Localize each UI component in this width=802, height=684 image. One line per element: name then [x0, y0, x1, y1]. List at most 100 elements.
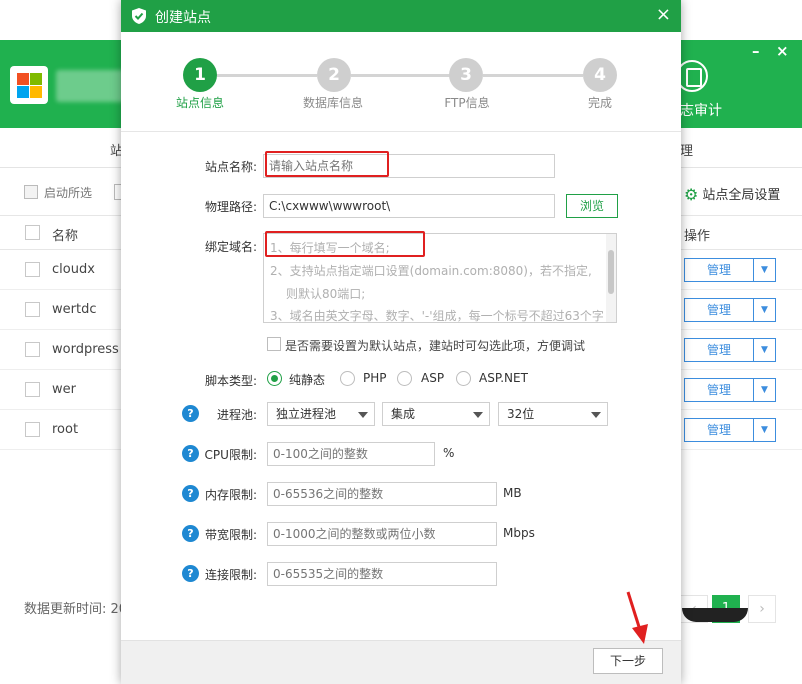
step-3-label: FTP信息 — [444, 96, 490, 110]
chevron-down-icon[interactable]: ▼ — [754, 418, 776, 442]
bandwidth-unit: Mbps — [503, 526, 535, 540]
chevron-down-icon — [591, 412, 601, 418]
domain-scrollbar[interactable] — [606, 234, 616, 322]
memory-unit: MB — [503, 486, 522, 500]
bitness-value: 32位 — [507, 407, 535, 421]
radio-php-label[interactable]: PHP — [363, 371, 387, 385]
site-name-label: 站点名称: — [204, 160, 257, 174]
row-checkbox[interactable] — [25, 302, 40, 317]
manage-label[interactable]: 管理 — [684, 258, 754, 282]
cpu-limit-label: CPU限制: — [204, 448, 257, 462]
shield-icon — [132, 8, 146, 24]
pipeline-mode-value: 集成 — [391, 407, 416, 421]
connection-limit-label: 连接限制: — [204, 568, 257, 582]
pagination-next-button[interactable]: › — [748, 595, 776, 623]
path-input[interactable]: C:\cxwww\wwwroot\ — [263, 194, 555, 218]
domain-hint-line: 2、支持站点指定端口设置(domain.com:8080)，若不指定, — [270, 264, 592, 278]
row-name: root — [52, 422, 79, 437]
row-checkbox[interactable] — [25, 422, 40, 437]
dialog-title: 创建站点 — [155, 10, 211, 26]
global-settings-label: 站点全局设置 — [702, 188, 781, 203]
manage-button[interactable]: 管理 ▼ — [684, 418, 776, 442]
domain-hint-line: 则默认80端口; — [286, 287, 366, 301]
radio-asp[interactable] — [397, 371, 412, 386]
domain-hint-line: 3、域名由英文字母、数字、'-'组成，每一个标号不超过63个字 — [270, 309, 604, 323]
default-site-checkbox[interactable] — [267, 337, 281, 351]
subtab-manage[interactable]: 理 — [680, 140, 693, 159]
step-1-circle: 1 — [183, 58, 217, 92]
domain-hint-line: 1、每行填写一个域名; — [270, 241, 390, 255]
audit-label[interactable]: 志审计 — [680, 100, 722, 120]
select-all-checkbox[interactable] — [25, 225, 40, 240]
chevron-down-icon[interactable]: ▼ — [754, 258, 776, 282]
create-site-dialog: 创建站点 × 1 2 3 4 站点信息 数据库信息 FTP信息 完成 站点名称:… — [121, 0, 681, 684]
step-3-circle: 3 — [449, 58, 483, 92]
pipeline-mode-select[interactable]: 集成 — [382, 402, 490, 426]
radio-static-label[interactable]: 纯静态 — [289, 371, 325, 388]
manage-label[interactable]: 管理 — [684, 338, 754, 362]
close-icon[interactable]: × — [776, 42, 789, 60]
bandwidth-limit-input[interactable] — [267, 522, 497, 546]
chevron-down-icon[interactable]: ▼ — [754, 338, 776, 362]
path-label: 物理路径: — [204, 200, 257, 214]
connection-limit-input[interactable] — [267, 562, 497, 586]
radio-asp-label[interactable]: ASP — [421, 371, 444, 385]
minimize-icon[interactable]: – — [752, 42, 760, 60]
row-name: cloudx — [52, 262, 95, 277]
window-shadow — [682, 608, 748, 622]
radio-aspnet[interactable] — [456, 371, 471, 386]
manage-button[interactable]: 管理 ▼ — [684, 378, 776, 402]
row-name: wordpress — [52, 342, 119, 357]
bandwidth-limit-label: 带宽限制: — [204, 528, 257, 542]
process-pool-select[interactable]: 独立进程池 — [267, 402, 375, 426]
chevron-down-icon — [473, 412, 483, 418]
col-action-header: 操作 — [684, 229, 711, 244]
gear-icon: ⚙ — [684, 185, 699, 204]
step-connector — [483, 74, 583, 77]
step-2-circle: 2 — [317, 58, 351, 92]
memory-limit-input[interactable] — [267, 482, 497, 506]
row-checkbox[interactable] — [25, 342, 40, 357]
row-checkbox[interactable] — [25, 382, 40, 397]
dialog-footer: 下一步 — [121, 640, 681, 684]
manage-button[interactable]: 管理 ▼ — [684, 258, 776, 282]
domain-label: 绑定域名: — [204, 240, 257, 254]
dialog-close-icon[interactable]: × — [656, 4, 671, 25]
row-checkbox[interactable] — [25, 262, 40, 277]
chevron-down-icon[interactable]: ▼ — [754, 378, 776, 402]
default-site-label[interactable]: 是否需要设置为默认站点，建站时可勾选此项，方便调试 — [285, 337, 585, 354]
data-update-time: 数据更新时间: 20 — [24, 602, 128, 617]
manage-label[interactable]: 管理 — [684, 298, 754, 322]
radio-php[interactable] — [340, 371, 355, 386]
bitness-select[interactable]: 32位 — [498, 402, 608, 426]
step-2-label: 数据库信息 — [302, 96, 363, 110]
site-name-input[interactable] — [263, 154, 555, 178]
wizard-steps: 1 2 3 4 站点信息 数据库信息 FTP信息 完成 — [121, 32, 681, 132]
step-4-circle: 4 — [583, 58, 617, 92]
step-4-label: 完成 — [587, 96, 612, 110]
manage-button[interactable]: 管理 ▼ — [684, 298, 776, 322]
scrollbar-thumb[interactable] — [608, 250, 614, 294]
browse-button[interactable]: 浏览 — [566, 194, 618, 218]
manage-label[interactable]: 管理 — [684, 418, 754, 442]
radio-static[interactable] — [267, 371, 282, 386]
process-pool-label: 进程池: — [216, 408, 257, 422]
dialog-titlebar: 创建站点 × — [121, 0, 681, 32]
domain-textarea[interactable]: 1、每行填写一个域名; 2、支持站点指定端口设置(domain.com:8080… — [263, 233, 617, 323]
manage-label[interactable]: 管理 — [684, 378, 754, 402]
step-connector — [217, 74, 317, 77]
radio-aspnet-label[interactable]: ASP.NET — [479, 371, 528, 385]
next-step-button[interactable]: 下一步 — [593, 648, 663, 674]
cpu-unit: % — [443, 446, 455, 460]
script-type-label: 脚本类型: — [204, 374, 257, 388]
global-settings-button[interactable]: ⚙ 站点全局设置 — [684, 184, 780, 204]
memory-limit-label: 内存限制: — [204, 488, 257, 502]
step-1-label: 站点信息 — [175, 96, 224, 110]
chevron-down-icon — [358, 412, 368, 418]
annotation-arrow-icon — [626, 591, 648, 644]
manage-button[interactable]: 管理 ▼ — [684, 338, 776, 362]
chevron-down-icon[interactable]: ▼ — [754, 298, 776, 322]
start-selected-button[interactable]: 启动所选 — [24, 184, 92, 201]
cpu-limit-input[interactable] — [267, 442, 435, 466]
windows-logo-icon — [10, 66, 48, 104]
